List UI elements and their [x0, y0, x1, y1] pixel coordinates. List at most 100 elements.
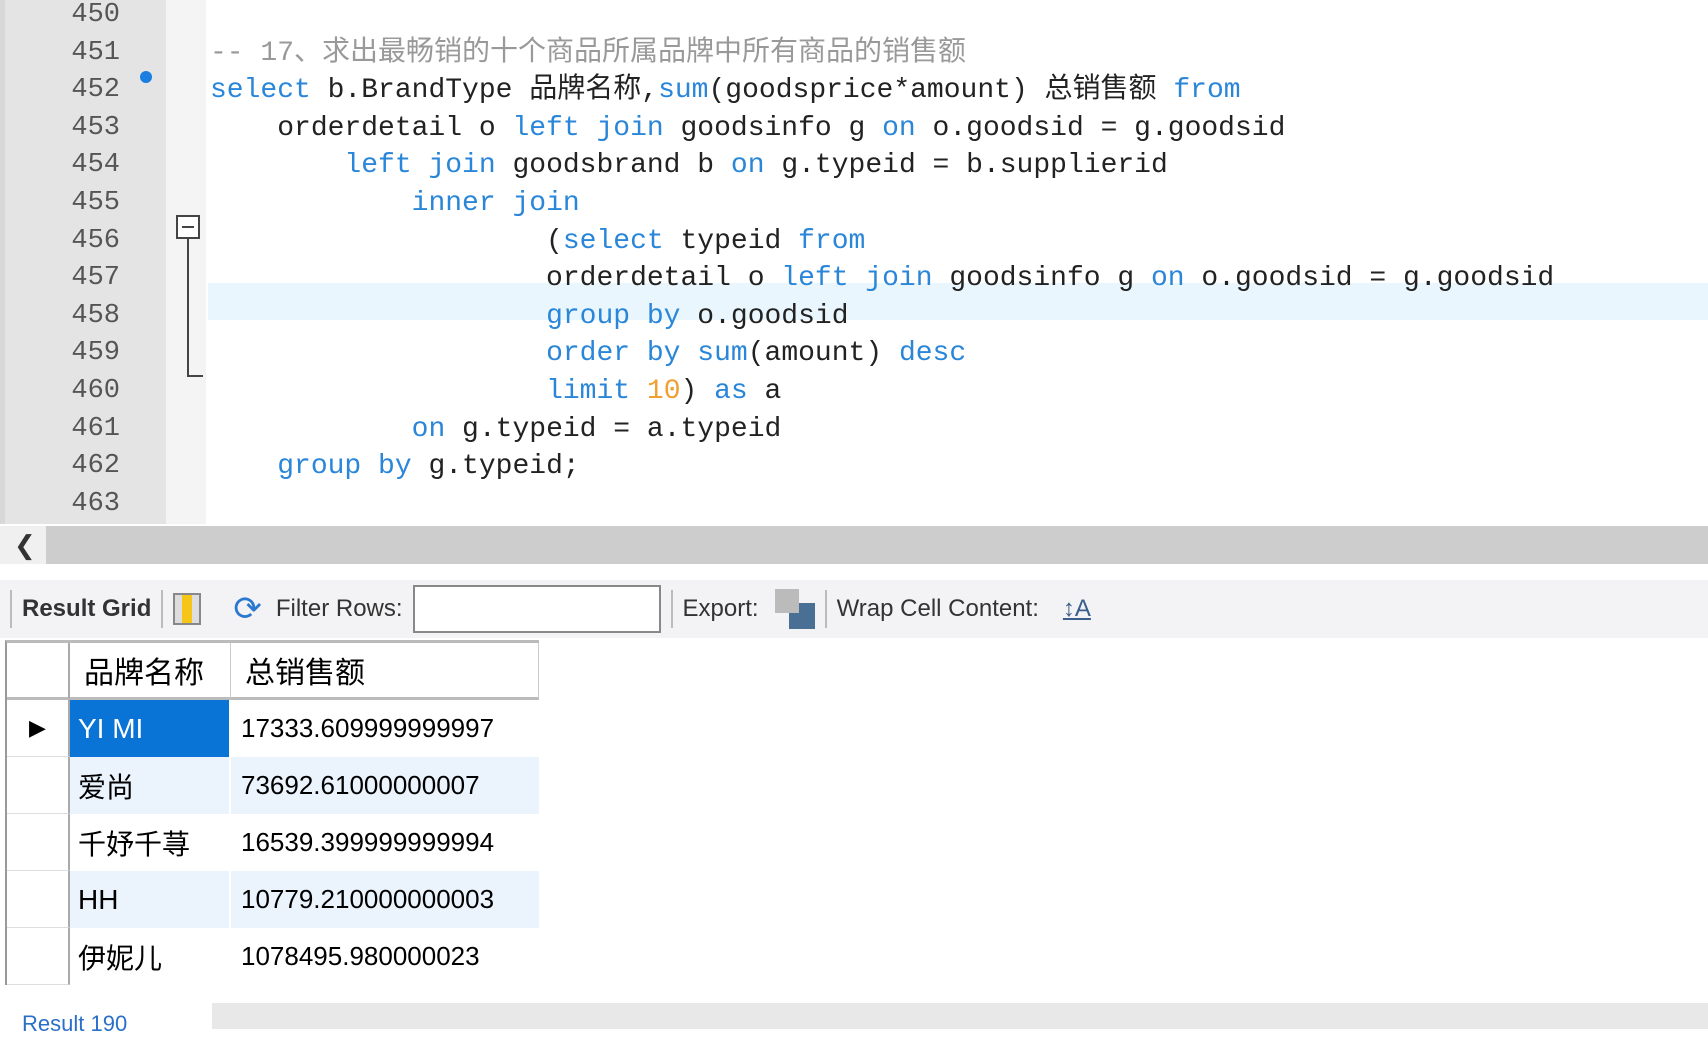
scrollbar-track[interactable] [46, 526, 1708, 564]
table-row[interactable]: 爱尚 73692.61000000007 [7, 757, 539, 814]
cell-brand[interactable]: 千妤千荨 [70, 814, 231, 871]
result-grid[interactable]: 品牌名称 总销售额 ▶ YI MI 17333.609999999997 爱尚 … [5, 640, 539, 985]
table-row[interactable]: HH 10779.210000000003 [7, 871, 539, 928]
cell-total-sales[interactable]: 73692.61000000007 [231, 757, 539, 814]
line-number: 458 [71, 300, 120, 331]
row-header[interactable] [7, 814, 70, 871]
grid-layout-icon[interactable] [173, 593, 202, 625]
wrap-cell-label: Wrap Cell Content: [836, 595, 1039, 622]
result-grid-tab[interactable]: Result Grid [22, 595, 151, 623]
cell-total-sales[interactable]: 16539.399999999994 [231, 814, 539, 871]
cell-total-sales[interactable]: 10779.210000000003 [231, 871, 539, 928]
code-line: select b.BrandType 品牌名称,sum(goodsprice*a… [210, 72, 1241, 110]
cell-brand[interactable]: 爱尚 [70, 757, 231, 814]
code-token: o.goodsid = g.goodsid [1184, 263, 1555, 295]
code-line: order by sum(amount) desc [210, 335, 966, 373]
export-icon[interactable] [774, 589, 815, 629]
code-token: select [562, 225, 664, 257]
code-line: -- 17、求出最畅销的十个商品所属品牌中所有商品的销售额 [210, 35, 966, 73]
table-row[interactable]: ▶ YI MI 17333.609999999997 [7, 700, 539, 757]
code-token: ( [210, 225, 563, 257]
code-token: group by [277, 451, 412, 483]
cell-brand[interactable]: 伊妮儿 [70, 928, 231, 985]
export-label: Export: [682, 595, 759, 622]
result-toolbar: Result Grid ⟳ Filter Rows: Export: Wrap … [0, 580, 1708, 638]
code-line: inner join [210, 185, 580, 223]
code-token: 10 [646, 376, 681, 407]
line-number: 457 [71, 263, 120, 294]
code-token: from [1173, 75, 1241, 107]
code-line: orderdetail o left join goodsinfo g on o… [210, 260, 1554, 298]
code-token: orderdetail o [210, 263, 782, 295]
table-row[interactable]: 千妤千荨 16539.399999999994 [7, 814, 539, 871]
line-number: 453 [71, 112, 120, 143]
code-token: a [747, 376, 782, 407]
current-row-icon: ▶ [29, 715, 46, 740]
line-number: 456 [71, 225, 120, 256]
filter-rows-input[interactable] [412, 585, 661, 633]
code-token: order by [546, 338, 681, 370]
line-number: 455 [71, 188, 120, 218]
line-number: 463 [71, 488, 120, 519]
divider [161, 590, 164, 628]
code-token: limit [546, 376, 631, 407]
grid-header-row: 品牌名称 总销售额 [7, 643, 539, 700]
tab-result-190[interactable]: Result 190 [22, 1011, 127, 1037]
table-row[interactable]: 伊妮儿 1078495.980000023 [7, 928, 539, 985]
line-number: 451 [71, 37, 120, 68]
row-header[interactable] [7, 871, 70, 928]
code-token: sum [697, 338, 748, 370]
divider [10, 590, 12, 628]
horizontal-scrollbar[interactable]: ❮ [0, 526, 1708, 564]
cell-total-sales[interactable]: 17333.609999999997 [231, 700, 539, 757]
sql-editor[interactable]: 450 451 -- 17、求出最畅销的十个商品所属品牌中所有商品的销售额 452 se… [0, 0, 1708, 524]
line-number: 450 [71, 0, 120, 30]
code-token: from [798, 225, 866, 257]
code-token: goodsbrand b [495, 150, 731, 182]
code-line: group by g.typeid; [210, 448, 580, 486]
column-header[interactable]: 品牌名称 [70, 643, 231, 700]
cell-total-sales[interactable]: 1078495.980000023 [231, 928, 539, 985]
code-token: o.goodsid [680, 300, 849, 332]
tab-bar [212, 1003, 1708, 1029]
row-header[interactable] [7, 928, 70, 985]
row-header[interactable] [7, 757, 70, 814]
wrap-cell-icon[interactable]: ↕A [1063, 595, 1091, 623]
code-token: left join [344, 150, 496, 182]
code-token: goodsinfo g [663, 112, 883, 144]
code-line: left join goodsbrand b on g.typeid = b.s… [210, 147, 1167, 185]
scroll-left-icon[interactable]: ❮ [14, 530, 36, 561]
code-token: left join [512, 112, 664, 144]
code-token: o.goodsid = g.goodsid [915, 112, 1286, 144]
line-number: 459 [71, 338, 120, 369]
row-header-corner [7, 643, 70, 700]
divider [824, 590, 827, 628]
row-header[interactable]: ▶ [7, 700, 70, 757]
code-token: desc [898, 338, 967, 370]
code-line: (select typeid from [210, 223, 865, 261]
code-token: orderdetail o [210, 112, 513, 144]
column-header[interactable]: 总销售额 [231, 643, 539, 700]
fold-collapse-icon[interactable] [176, 215, 200, 239]
code-token: -- 17、求出最畅销的十个商品所属品牌中所有商品的销售额 [210, 37, 967, 69]
code-token: typeid [663, 225, 799, 257]
code-token: on [411, 413, 446, 445]
cell-brand[interactable]: YI MI [70, 700, 231, 757]
line-number: 452 [71, 75, 120, 106]
fold-range-line [187, 239, 203, 377]
refresh-icon[interactable]: ⟳ [233, 589, 262, 629]
code-line: limit 10) as a [210, 373, 781, 411]
code-line: orderdetail o left join goodsinfo g on o… [210, 110, 1285, 148]
cell-brand[interactable]: HH [70, 871, 231, 928]
code-token: g.typeid; [411, 451, 580, 483]
line-number: 462 [71, 451, 120, 482]
code-token: goodsinfo g [932, 263, 1151, 295]
